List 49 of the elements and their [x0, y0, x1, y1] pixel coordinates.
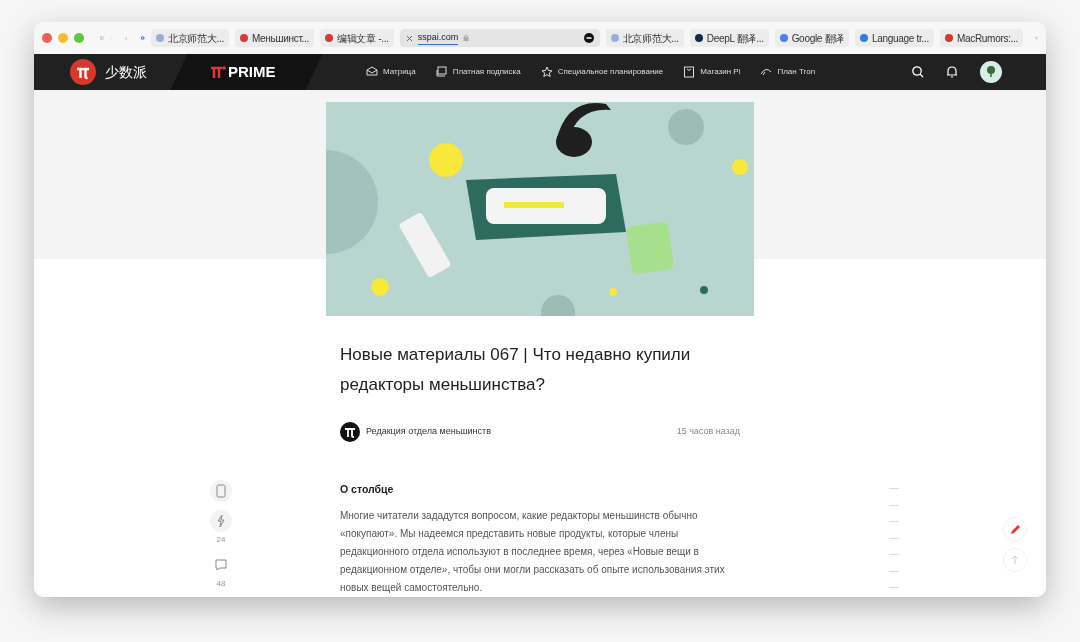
browser-tab[interactable]: Google 翻译 [774, 29, 849, 47]
browser-tab[interactable]: 北京师范大... [605, 29, 684, 47]
close-window-icon [42, 33, 52, 43]
nav-link[interactable]: Матрица [366, 66, 416, 78]
prime-logo-icon [210, 65, 227, 79]
browser-tab[interactable]: 编辑文章 -... [320, 29, 394, 47]
nav-link[interactable]: Магазин Pi [683, 66, 741, 78]
back-to-top-button[interactable] [1003, 548, 1027, 572]
article-title: Новые материалы 067 | Что недавно купили редакторы меньшинства? [340, 344, 692, 396]
phone-button[interactable] [210, 480, 232, 502]
lightning-icon [214, 514, 228, 528]
section-heading: О столбце [340, 482, 395, 497]
edit-button[interactable] [1003, 517, 1027, 541]
phone-icon [214, 484, 228, 498]
bell-icon [946, 66, 958, 78]
browser-tab[interactable]: DeepL 翻译... [689, 29, 769, 47]
action-count: 48 [216, 578, 226, 590]
arrow-up-icon [1010, 555, 1020, 565]
close-icon [405, 34, 413, 42]
minimize-window-icon [58, 33, 68, 43]
gauge-icon [760, 66, 773, 78]
user-avatar-icon [980, 61, 1002, 83]
documents-icon [435, 66, 448, 78]
comment-icon [214, 558, 228, 572]
pencil-icon [1009, 523, 1021, 535]
envelope-icon [366, 66, 378, 78]
author-avatar-icon [340, 422, 360, 442]
browser-tab[interactable]: MacRumors:... [939, 29, 1024, 47]
nav-link[interactable]: Специальное планирование [540, 66, 664, 78]
nav-link[interactable]: Платная подписка [435, 66, 521, 78]
bag-icon [683, 66, 696, 78]
nav-link[interactable]: План Tron [760, 66, 816, 78]
search-icon [912, 66, 924, 78]
brand-name: 少数派 [105, 62, 147, 82]
url-text: sspai.com [417, 30, 459, 46]
browser-tab[interactable]: 北京师范大... [151, 29, 229, 47]
article-paragraph: Многие читатели зададутся вопросом, какие редакторы меньшинств обычно «покупают». Мы надеемся представить новые продукты, которые члены редакционного отдела используют в последнее время, через «Новые вещи в редакционном отделе», чтобы они могли рассказать об опыте использования этих новых вещей самостоятельно. [340, 508, 726, 595]
sidebar-icon [100, 33, 104, 43]
charge-button[interactable] [210, 510, 232, 532]
browser-tab[interactable]: Language tr... [854, 29, 934, 47]
address-field[interactable]: sspai.com [399, 29, 600, 47]
browser-tab[interactable]: Меньшинст... [234, 29, 315, 47]
star-icon [540, 66, 553, 78]
logo-icon [70, 59, 96, 85]
lock-icon [463, 34, 470, 42]
action-count: 24 [216, 534, 226, 546]
maximize-window-icon [74, 33, 84, 43]
author-name[interactable]: Редакция отдела меньшинств [366, 425, 491, 439]
publish-time: 15 часов назад [676, 425, 740, 439]
